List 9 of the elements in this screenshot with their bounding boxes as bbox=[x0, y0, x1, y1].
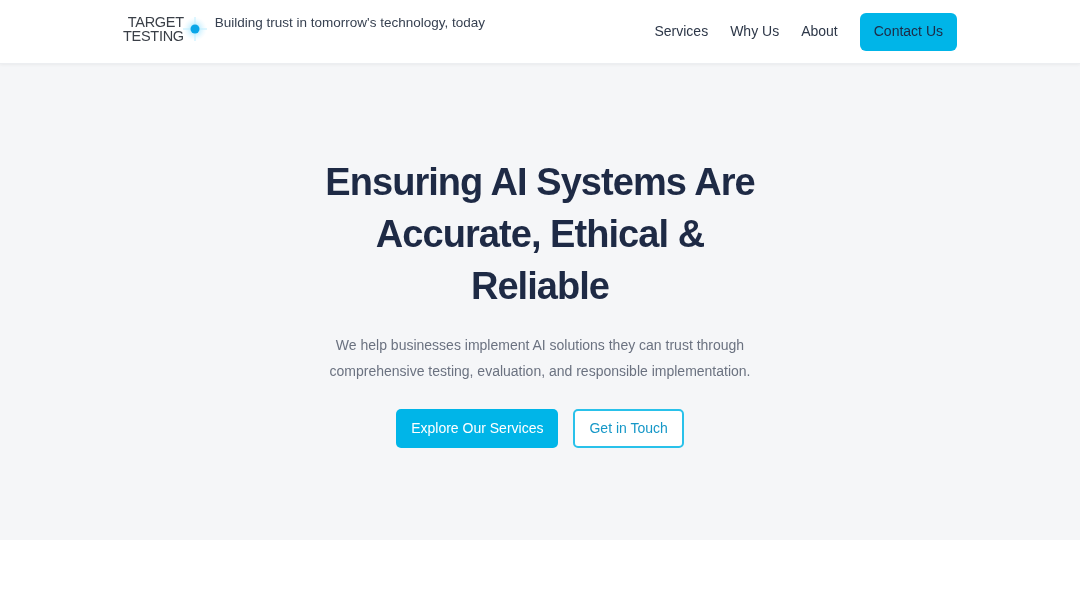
nav-link[interactable]: Services bbox=[654, 21, 709, 42]
hero-subtitle: We help businesses implement AI solutions they can trust through comprehensive testing, evaluation, and responsible implementation. bbox=[328, 336, 752, 381]
nav-link[interactable]: About bbox=[801, 21, 838, 42]
tagline: Building trust in tomorrow's technology, today bbox=[214, 13, 486, 32]
contact-button[interactable]: Contact Us bbox=[859, 12, 957, 51]
logo-wordmark[interactable]: TARGET TESTING bbox=[123, 14, 184, 43]
nav-link[interactable]: Why Us bbox=[730, 21, 780, 42]
glowing-dot-icon bbox=[182, 16, 207, 41]
hero-title: Ensuring AI Systems Are Accurate, Ethical & Reliable bbox=[324, 160, 756, 309]
